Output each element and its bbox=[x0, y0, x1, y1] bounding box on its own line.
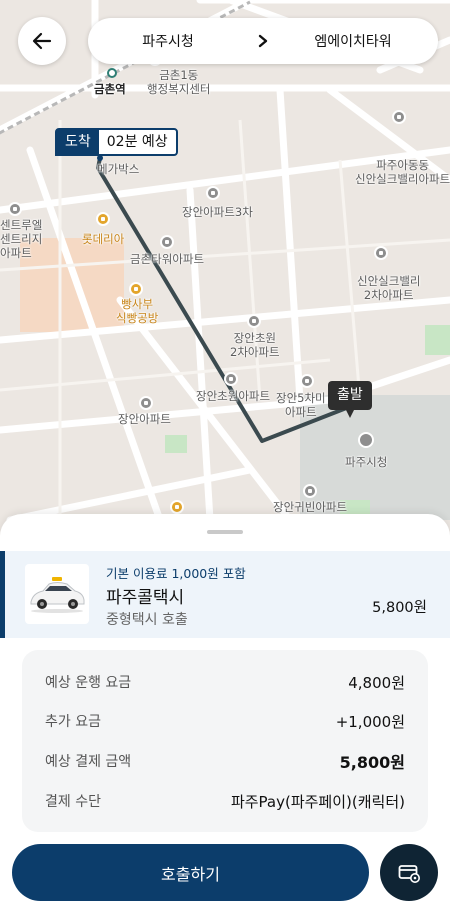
departure-badge: 출발 bbox=[328, 381, 372, 418]
call-button[interactable]: 호출하기 bbox=[12, 844, 369, 901]
route-destination: 엠에이치타워 bbox=[314, 34, 392, 50]
fare-summary: 예상 운행 요금 4,800원 추가 요금 +1,000원 예상 결제 금액 5… bbox=[22, 650, 428, 832]
poi-icon bbox=[139, 396, 153, 410]
fare-value: +1,000원 bbox=[335, 712, 405, 731]
poi-icon bbox=[8, 202, 22, 216]
map-label: 파주아동동 신안실크밸리아파트 bbox=[355, 158, 450, 186]
arrival-eta: 02분 예상 bbox=[106, 134, 168, 150]
fare-label: 예상 결제 금액 bbox=[45, 754, 132, 770]
map-label: 금촌타워아파트 bbox=[130, 252, 205, 266]
poi-icon bbox=[374, 246, 388, 260]
base-fee-note: 기본 이용료 1,000원 포함 bbox=[106, 566, 246, 581]
fare-row: 예상 운행 요금 4,800원 bbox=[45, 671, 405, 693]
poi-icon bbox=[247, 314, 261, 328]
map-label: 장안아파트 bbox=[118, 412, 171, 426]
map-label: 롯데리아 bbox=[82, 232, 125, 246]
taxi-name: 파주콜택시 bbox=[106, 588, 185, 608]
taxi-car-image bbox=[25, 564, 89, 624]
taxi-price: 5,800원 bbox=[372, 600, 427, 616]
taxi-type: 중형택시 호출 bbox=[106, 612, 188, 628]
poi-icon bbox=[224, 372, 238, 386]
card-settings-icon bbox=[398, 864, 420, 883]
map-label: 금촌1동 행정복지센터 bbox=[147, 68, 211, 96]
payment-settings-button[interactable] bbox=[380, 844, 438, 901]
poi-icon bbox=[160, 235, 174, 249]
arrow-left-icon bbox=[32, 32, 52, 50]
bakery-icon bbox=[129, 282, 143, 296]
fare-total-value: 5,800원 bbox=[339, 753, 405, 772]
arrival-tag: 도착 bbox=[57, 130, 99, 154]
fare-value: 4,800원 bbox=[348, 673, 405, 692]
fare-label: 추가 요금 bbox=[45, 714, 101, 730]
poi-icon bbox=[300, 374, 314, 388]
fare-label: 결제 수단 bbox=[45, 794, 101, 810]
fare-row: 추가 요금 +1,000원 bbox=[45, 710, 405, 732]
map-label: 장안아파트3차 bbox=[182, 205, 253, 219]
map-label-station: 금촌역 bbox=[94, 82, 126, 96]
map-label: 장안5차미 아파트 bbox=[276, 391, 326, 419]
arrival-badge: 도착 02분 예상 bbox=[55, 128, 178, 156]
taxi-option-selected[interactable]: 기본 이용료 1,000원 포함 파주콜택시 중형택시 호출 5,800원 bbox=[0, 551, 450, 638]
chevron-right-icon bbox=[248, 34, 278, 48]
sheet-drag-handle[interactable] bbox=[207, 530, 243, 534]
poi-icon bbox=[392, 110, 406, 124]
back-button[interactable] bbox=[18, 17, 66, 65]
map-label: 파주시청 bbox=[345, 455, 388, 469]
route-origin: 파주시청 bbox=[142, 34, 194, 50]
fare-label: 예상 운행 요금 bbox=[45, 675, 132, 691]
payment-method-row[interactable]: 결제 수단 파주Pay(파주페이)(캐릭터) bbox=[45, 790, 405, 812]
restaurant-icon bbox=[96, 212, 110, 226]
fare-row: 예상 결제 금액 5,800원 bbox=[45, 750, 405, 772]
route-summary[interactable]: 파주시청 엠에이치타워 bbox=[88, 18, 438, 64]
payment-method-value: 파주Pay(파주페이)(캐릭터) bbox=[230, 792, 405, 811]
map-label: 센트루엘 센트리지 아파트 bbox=[0, 218, 43, 260]
map-view[interactable]: 금촌역 금촌1동 행정복지센터 메가박스 파주아동동 신안실크밸리아파트 센트루… bbox=[0, 0, 450, 560]
map-label: 장안초원 2차아파트 bbox=[230, 331, 280, 359]
selected-indicator bbox=[0, 551, 5, 638]
poi-icon bbox=[303, 484, 317, 498]
map-label: 장안초원아파트 bbox=[196, 389, 271, 403]
bottom-sheet: 기본 이용료 1,000원 포함 파주콜택시 중형택시 호출 5,800원 예상… bbox=[0, 514, 450, 923]
map-label: 신안실크밸리 2차아파트 bbox=[357, 274, 421, 302]
poi-icon bbox=[206, 186, 220, 200]
map-label: 빵사부 식빵공방 bbox=[116, 297, 159, 325]
map-label: 장안귀빈아파트 bbox=[273, 500, 348, 514]
restaurant-icon bbox=[170, 500, 184, 514]
map-label: 메가박스 bbox=[97, 162, 140, 176]
